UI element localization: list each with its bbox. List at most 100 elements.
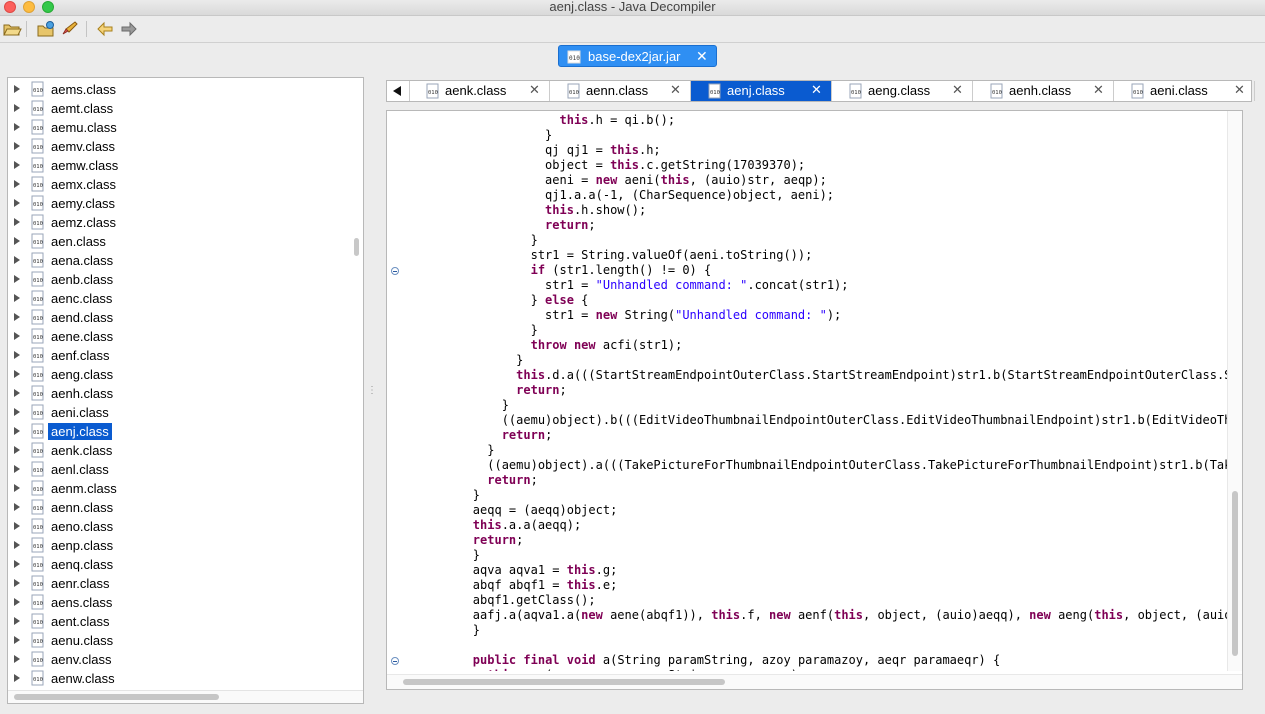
tree-item[interactable]: 010 aend.class (8, 308, 348, 327)
tree-item[interactable]: 010 aenp.class (8, 536, 348, 555)
close-tab-icon[interactable]: ✕ (811, 82, 822, 98)
tree-horizontal-scrollbar[interactable] (14, 694, 219, 700)
search-button[interactable] (60, 19, 80, 39)
tree-item[interactable]: 010 aeni.class (8, 403, 348, 422)
expand-arrow-icon[interactable] (14, 370, 20, 378)
tree-item[interactable]: 010 aenf.class (8, 346, 348, 365)
expand-arrow-icon[interactable] (14, 636, 20, 644)
tree-item[interactable]: 010 aenm.class (8, 479, 348, 498)
expand-arrow-icon[interactable] (14, 85, 20, 93)
forward-button[interactable] (119, 19, 139, 39)
expand-arrow-icon[interactable] (14, 275, 20, 283)
expand-arrow-icon[interactable] (14, 484, 20, 492)
back-button[interactable] (95, 19, 115, 39)
tree-item[interactable]: 010 aene.class (8, 327, 348, 346)
tab-scroll-left-button[interactable] (387, 81, 410, 101)
tree-item[interactable]: 010 aenk.class (8, 441, 348, 460)
expand-arrow-icon[interactable] (14, 389, 20, 397)
tree-item[interactable]: 010 aenb.class (8, 270, 348, 289)
expand-arrow-icon[interactable] (14, 180, 20, 188)
toolbar (0, 16, 1265, 43)
panel-splitter[interactable]: ⋮ (366, 77, 378, 704)
editor-tab[interactable]: 010 aenj.class ✕ (691, 81, 832, 101)
expand-arrow-icon[interactable] (14, 313, 20, 321)
expand-arrow-icon[interactable] (14, 237, 20, 245)
source-code-view[interactable]: this.h = qi.b(); } qj qj1 = this.h; obje… (386, 110, 1243, 690)
close-tab-icon[interactable]: ✕ (1093, 82, 1104, 98)
tree-item[interactable]: 010 aenn.class (8, 498, 348, 517)
tree-item[interactable]: 010 aenj.class (8, 422, 348, 441)
title-bar: aenj.class - Java Decompiler (0, 0, 1265, 16)
open-type-button[interactable] (36, 19, 56, 39)
tree-item[interactable]: 010 aems.class (8, 80, 348, 99)
expand-arrow-icon[interactable] (14, 503, 20, 511)
expand-arrow-icon[interactable] (14, 256, 20, 264)
editor-tab[interactable]: 010 aenh.class ✕ (973, 81, 1114, 101)
class-file-icon: 010 (31, 233, 44, 249)
tree-item[interactable]: 010 aens.class (8, 593, 348, 612)
tree-item[interactable]: 010 aen.class (8, 232, 348, 251)
code-line: if (str1.length() != 0) { (530, 263, 712, 277)
expand-arrow-icon[interactable] (14, 218, 20, 226)
expand-arrow-icon[interactable] (14, 617, 20, 625)
expand-arrow-icon[interactable] (14, 522, 20, 530)
editor-tab[interactable]: 010 aenk.class ✕ (409, 81, 550, 101)
expand-arrow-icon[interactable] (14, 332, 20, 340)
code-line: qj qj1 = this.h; (415, 143, 661, 157)
tree-item[interactable]: 010 aeng.class (8, 365, 348, 384)
expand-arrow-icon[interactable] (14, 579, 20, 587)
tree-item[interactable]: 010 aemy.class (8, 194, 348, 213)
expand-arrow-icon[interactable] (14, 294, 20, 302)
editor-tab[interactable]: 010 aeni.class ✕ (1114, 81, 1255, 101)
expand-arrow-icon[interactable] (14, 104, 20, 112)
expand-arrow-icon[interactable] (14, 560, 20, 568)
tree-item[interactable]: 010 aent.class (8, 612, 348, 631)
tree-item[interactable]: 010 aenw.class (8, 669, 348, 688)
tree-item[interactable]: 010 aenh.class (8, 384, 348, 403)
expand-arrow-icon[interactable] (14, 427, 20, 435)
expand-arrow-icon[interactable] (14, 446, 20, 454)
close-tab-icon[interactable]: ✕ (1234, 82, 1245, 98)
tree-item[interactable]: 010 aemz.class (8, 213, 348, 232)
expand-arrow-icon[interactable] (14, 541, 20, 549)
tree-item[interactable]: 010 aenc.class (8, 289, 348, 308)
expand-arrow-icon[interactable] (14, 655, 20, 663)
tree-item[interactable]: 010 aenq.class (8, 555, 348, 574)
expand-arrow-icon[interactable] (14, 142, 20, 150)
code-line: str1 = new String("Unhandled command: ")… (415, 308, 842, 322)
class-file-icon: 010 (31, 442, 44, 458)
expand-arrow-icon[interactable] (14, 674, 20, 682)
expand-arrow-icon[interactable] (14, 408, 20, 416)
expand-arrow-icon[interactable] (14, 123, 20, 131)
expand-arrow-icon[interactable] (14, 598, 20, 606)
tree-item[interactable]: 010 aemx.class (8, 175, 348, 194)
svg-text:010: 010 (992, 90, 1002, 96)
editor-tab[interactable]: 010 aeng.class ✕ (832, 81, 973, 101)
tree-item[interactable]: 010 aemt.class (8, 99, 348, 118)
code-horizontal-scrollbar[interactable] (403, 679, 725, 685)
tree-item[interactable]: 010 aemw.class (8, 156, 348, 175)
expand-arrow-icon[interactable] (14, 351, 20, 359)
tree-item[interactable]: 010 aenr.class (8, 574, 348, 593)
expand-arrow-icon[interactable] (14, 161, 20, 169)
tree-item[interactable]: 010 aeno.class (8, 517, 348, 536)
close-tab-icon[interactable]: ✕ (952, 82, 963, 98)
close-tab-icon[interactable]: ✕ (529, 82, 540, 98)
close-file-tab-icon[interactable]: ✕ (696, 48, 708, 65)
tree-vertical-scrollbar[interactable] (354, 238, 359, 256)
expand-arrow-icon[interactable] (14, 465, 20, 473)
open-folder-icon (3, 24, 22, 36)
tree-item[interactable]: 010 aenl.class (8, 460, 348, 479)
tree-item[interactable]: 010 aenv.class (8, 650, 348, 669)
open-file-button[interactable] (2, 19, 22, 39)
tree-item[interactable]: 010 aemu.class (8, 118, 348, 137)
tree-item[interactable]: 010 aenu.class (8, 631, 348, 650)
editor-tab[interactable]: 010 aenn.class ✕ (550, 81, 691, 101)
file-tab-base-dex2jar[interactable]: 010 base-dex2jar.jar ✕ (558, 45, 717, 67)
code-vertical-scrollbar[interactable] (1232, 491, 1238, 656)
expand-arrow-icon[interactable] (14, 199, 20, 207)
tree-item[interactable]: 010 aemv.class (8, 137, 348, 156)
tree-item[interactable]: 010 aena.class (8, 251, 348, 270)
tree-item-label: aenf.class (51, 348, 110, 363)
close-tab-icon[interactable]: ✕ (670, 82, 681, 98)
